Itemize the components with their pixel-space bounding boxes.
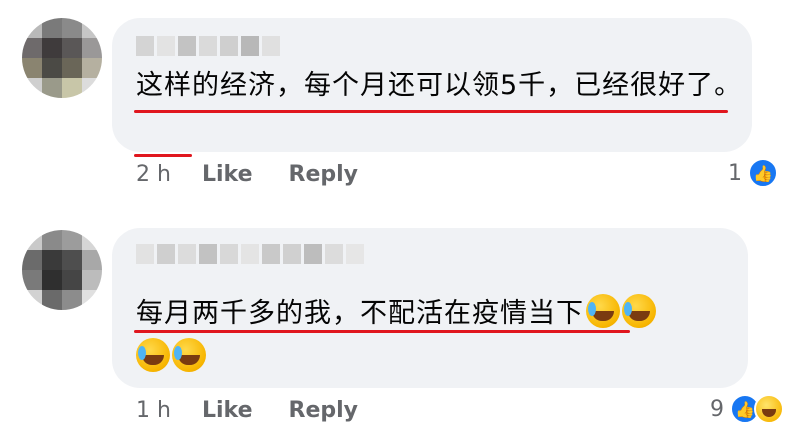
comment-text: 这样的经济，每个月还可以领5千，已经很好了。 bbox=[136, 70, 743, 101]
timestamp[interactable]: 1 h bbox=[136, 398, 202, 423]
reply-button[interactable]: Reply bbox=[289, 398, 359, 423]
avatar[interactable] bbox=[22, 230, 102, 310]
comment-bubble: 这样的经济，每个月还可以领5千，已经很好了。 bbox=[112, 18, 752, 157]
reply-button[interactable]: Reply bbox=[289, 162, 359, 187]
blurred-author-name[interactable] bbox=[136, 36, 280, 58]
timestamp[interactable]: 2 h bbox=[136, 162, 202, 187]
reaction-summary[interactable]: 9 👍 bbox=[710, 394, 784, 424]
rolling-laughing-emoji bbox=[586, 294, 620, 328]
reaction-summary[interactable]: 1 👍 bbox=[728, 158, 778, 188]
comment-text-content: 每月两千多的我，不配活在疫情当下 bbox=[136, 298, 584, 329]
reaction-count: 1 bbox=[728, 160, 742, 186]
comment-text: 每月两千多的我，不配活在疫情当下 bbox=[136, 292, 736, 380]
like-button[interactable]: Like bbox=[202, 398, 253, 423]
comment-actions: 1 h Like Reply bbox=[136, 398, 394, 423]
like-icon: 👍 bbox=[748, 158, 778, 188]
comment-1: 这样的经济，每个月还可以领5千，已经很好了。 2 h Like Reply 1 … bbox=[0, 0, 800, 210]
comment-2: 每月两千多的我，不配活在疫情当下 1 h Like Reply 9 👍 bbox=[0, 210, 800, 443]
blurred-author-name[interactable] bbox=[136, 244, 364, 266]
rolling-laughing-emoji bbox=[136, 338, 170, 372]
rolling-laughing-emoji bbox=[172, 338, 206, 372]
avatar[interactable] bbox=[22, 18, 102, 98]
like-button[interactable]: Like bbox=[202, 162, 253, 187]
comment-bubble: 每月两千多的我，不配活在疫情当下 bbox=[112, 228, 748, 388]
reaction-count: 9 bbox=[710, 396, 724, 422]
haha-icon bbox=[754, 394, 784, 424]
red-underline bbox=[134, 330, 630, 333]
red-underline bbox=[134, 110, 728, 113]
comment-actions: 2 h Like Reply bbox=[136, 162, 394, 187]
rolling-laughing-emoji bbox=[622, 294, 656, 328]
red-underline bbox=[134, 154, 192, 157]
